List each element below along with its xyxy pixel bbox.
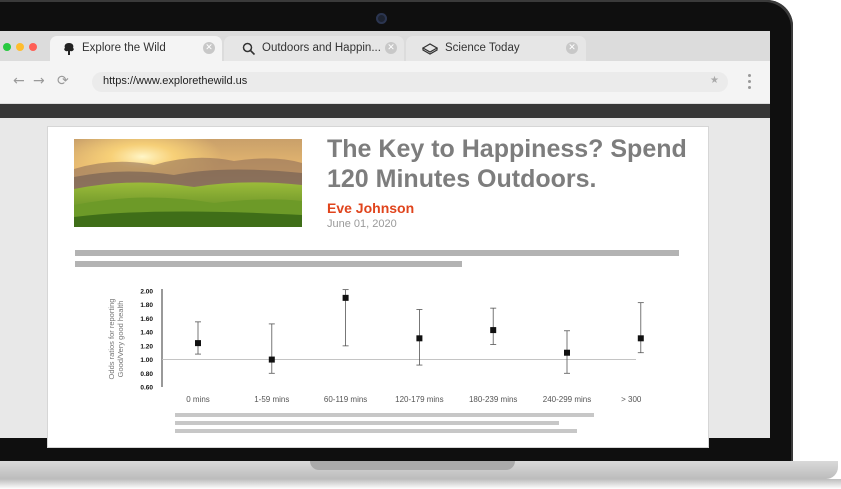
data-point bbox=[564, 349, 570, 356]
x-tick-label: 180-239 mins bbox=[469, 395, 517, 404]
search-icon bbox=[242, 42, 256, 56]
url-text: https://www.explorethewild.us bbox=[103, 75, 248, 87]
hero-image bbox=[74, 139, 302, 227]
window-maximize-dot[interactable] bbox=[3, 43, 11, 51]
x-tick-label: 120-179 mins bbox=[395, 395, 443, 404]
tab-science-today[interactable]: Science Today ✕ bbox=[406, 36, 586, 61]
landscape-image bbox=[74, 139, 302, 227]
text-placeholder-line bbox=[75, 261, 462, 267]
window-minimize-dot[interactable] bbox=[16, 43, 24, 51]
data-point bbox=[637, 335, 644, 342]
tree-icon bbox=[64, 43, 74, 55]
article-card: The Key to Happiness? Spend 120 Minutes … bbox=[47, 126, 709, 448]
article-title: The Key to Happiness? Spend 120 Minutes … bbox=[327, 135, 687, 193]
y-tick-label: 0.80 bbox=[140, 371, 153, 378]
text-placeholder-line bbox=[75, 250, 679, 256]
book-icon bbox=[422, 43, 438, 55]
text-placeholder-line bbox=[175, 413, 594, 417]
x-tick-label: 1-59 mins bbox=[254, 395, 289, 404]
y-tick-label: 1.60 bbox=[140, 316, 153, 323]
y-axis-label: Odds ratios for reporting bbox=[107, 299, 116, 380]
window-close-dot[interactable] bbox=[29, 43, 37, 51]
text-placeholder-line bbox=[175, 429, 577, 433]
tab-label: Outdoors and Happin... bbox=[262, 42, 381, 54]
y-axis-label: Good/Very good health bbox=[116, 301, 125, 378]
x-tick-label: 0 mins bbox=[186, 395, 210, 404]
article-date: June 01, 2020 bbox=[327, 218, 397, 230]
data-point bbox=[342, 294, 349, 301]
y-tick-label: 1.40 bbox=[140, 330, 153, 337]
x-tick-label: 240-299 mins bbox=[543, 395, 591, 404]
x-tick-label: 60-119 mins bbox=[324, 395, 367, 404]
webcam bbox=[376, 13, 387, 24]
close-tab-icon[interactable]: ✕ bbox=[203, 42, 215, 54]
close-tab-icon[interactable]: ✕ bbox=[385, 42, 397, 54]
browser-menu-icon[interactable] bbox=[748, 74, 752, 92]
article-author[interactable]: Eve Johnson bbox=[327, 200, 414, 216]
y-tick-label: 0.60 bbox=[140, 385, 153, 392]
laptop-base-notch bbox=[310, 461, 515, 470]
tab-explore-the-wild[interactable]: Explore the Wild ✕ bbox=[50, 36, 222, 61]
y-tick-label: 2.00 bbox=[140, 289, 153, 296]
odds-ratio-chart: Odds ratios for reporting Good/Very good … bbox=[107, 289, 644, 405]
page-header-band bbox=[0, 104, 770, 118]
y-tick-label: 1.00 bbox=[140, 357, 153, 364]
tab-bar: Explore the Wild ✕ Outdoors and Happin..… bbox=[0, 31, 770, 61]
text-placeholder-line bbox=[175, 421, 559, 425]
y-tick-label: 1.20 bbox=[140, 343, 153, 350]
data-point bbox=[268, 356, 275, 363]
close-tab-icon[interactable]: ✕ bbox=[566, 42, 578, 54]
back-arrow-icon[interactable]: ← bbox=[13, 74, 25, 88]
data-point bbox=[416, 335, 423, 342]
x-tick-label: > 300 mins bbox=[621, 395, 644, 404]
reload-icon[interactable]: ⟳ bbox=[57, 74, 69, 88]
forward-arrow-icon[interactable]: → bbox=[33, 74, 45, 88]
data-point bbox=[490, 327, 497, 334]
bookmark-star-icon[interactable]: ★ bbox=[710, 75, 719, 86]
address-bar[interactable]: https://www.explorethewild.us ★ bbox=[92, 72, 728, 92]
browser-toolbar: ← → ⟳ https://www.explorethewild.us ★ bbox=[0, 61, 770, 104]
tab-outdoors-and-happiness[interactable]: Outdoors and Happin... ✕ bbox=[224, 36, 404, 61]
data-point bbox=[195, 340, 201, 347]
y-tick-label: 1.80 bbox=[140, 302, 153, 309]
tab-label: Explore the Wild bbox=[82, 42, 166, 54]
laptop-shadow bbox=[0, 479, 841, 489]
tab-label: Science Today bbox=[445, 42, 520, 54]
